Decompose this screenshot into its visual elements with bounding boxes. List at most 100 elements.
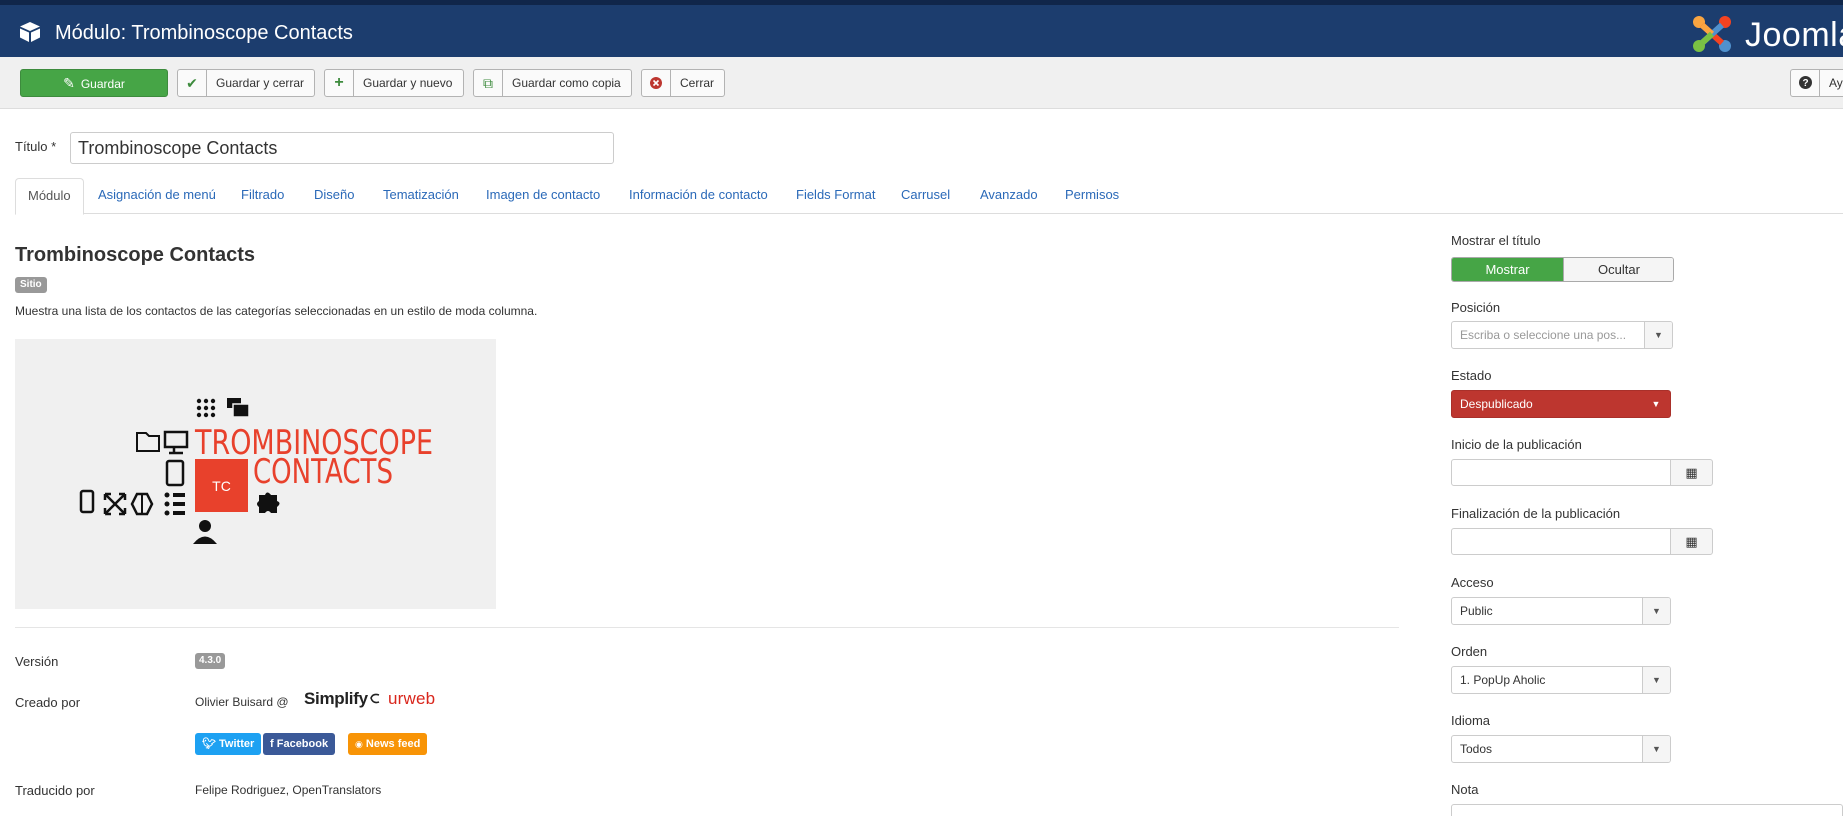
tab-permissions[interactable]: Permisos — [1053, 178, 1131, 214]
toolbar: ✎ Guardar ✔ Guardar y cerrar + Guardar y nu… — [0, 57, 1843, 109]
question-icon: ? — [1791, 70, 1820, 96]
tab-bar: Módulo Asignación de menú Filtrado Diseñ… — [15, 178, 1843, 215]
save-new-button[interactable]: + Guardar y nuevo — [324, 69, 464, 97]
publish-down-input[interactable] — [1451, 528, 1671, 555]
simplify-brand-text: Simplify — [304, 689, 368, 708]
calendar-icon: ▦ — [1685, 534, 1698, 549]
translated-by-label: Traducido por — [15, 783, 95, 798]
access-value: Public — [1460, 604, 1493, 618]
logo-mark-text: TC — [212, 478, 231, 494]
show-option[interactable]: Mostrar — [1452, 258, 1563, 281]
cancel-icon — [642, 70, 671, 96]
twitter-button[interactable]: 🐦︎ Twitter — [195, 733, 262, 755]
copy-icon: ⧉ — [474, 70, 503, 96]
joomla-logo-icon[interactable] — [1690, 13, 1734, 55]
logo-line2-text: CONTACTS — [253, 452, 393, 492]
position-placeholder: Escriba o seleccione una pos... — [1460, 328, 1627, 342]
svg-text:?: ? — [1802, 78, 1808, 89]
save-copy-label: Guardar como copia — [512, 76, 621, 90]
order-select[interactable]: 1. PopUp Aholic ▼ — [1451, 666, 1671, 694]
chevron-down-icon: ▼ — [1642, 736, 1670, 762]
position-select[interactable]: Escriba o seleccione una pos... ▼ — [1451, 321, 1673, 349]
news-feed-button[interactable]: ◉ News feed — [348, 733, 428, 755]
twitter-icon: 🐦︎ — [202, 738, 216, 750]
version-badge: 4.3.0 — [195, 653, 226, 669]
save-close-label: Guardar y cerrar — [216, 76, 305, 90]
divider — [15, 627, 1399, 628]
module-description: Muestra una lista de los contactos de la… — [15, 304, 538, 318]
module-name: Trombinoscope Contacts — [15, 244, 256, 266]
language-label: Idioma — [1451, 713, 1491, 728]
hide-option[interactable]: Ocultar — [1563, 258, 1673, 281]
trombinoscope-logo: TC TROMBINOSCOPE CONTACTS — [79, 398, 433, 544]
calendar-icon: ▦ — [1685, 465, 1698, 480]
status-value: Despublicado — [1460, 397, 1533, 411]
save-copy-button[interactable]: ⧉ Guardar como copia — [473, 69, 632, 97]
brand-swirl-icon — [369, 693, 379, 704]
save-close-button[interactable]: ✔ Guardar y cerrar — [177, 69, 315, 97]
twitter-label: Twitter — [219, 738, 255, 750]
translators-text: Felipe Rodriguez, OpenTranslators — [195, 783, 382, 797]
module-preview-image: TC TROMBINOSCOPE CONTACTS — [15, 339, 496, 609]
site-badge: Sitio — [15, 277, 47, 293]
position-label: Posición — [1451, 300, 1501, 315]
publish-up-input[interactable] — [1451, 459, 1671, 486]
language-value: Todos — [1460, 742, 1493, 756]
tab-module[interactable]: Módulo — [15, 178, 84, 215]
cube-icon — [20, 22, 40, 42]
facebook-icon: f — [270, 738, 274, 750]
tab-contact-info[interactable]: Información de contacto — [617, 178, 780, 214]
chevron-down-icon: ▼ — [1642, 667, 1670, 693]
close-button[interactable]: Cerrar — [641, 69, 725, 97]
save-new-label: Guardar y nuevo — [363, 76, 453, 90]
simplify-brand[interactable]: Simplify — [304, 689, 381, 709]
status-select[interactable]: Despublicado ▼ — [1451, 390, 1671, 418]
facebook-label: Facebook — [276, 738, 329, 750]
tab-theming[interactable]: Tematización — [371, 178, 471, 214]
news-feed-label: News feed — [365, 738, 421, 750]
caret-down-icon: ▼ — [1651, 399, 1661, 409]
save-label: Guardar — [80, 77, 125, 91]
version-label: Versión — [15, 654, 59, 669]
show-title-toggle[interactable]: Mostrar Ocultar — [1451, 257, 1674, 282]
status-label: Estado — [1451, 368, 1492, 383]
facebook-button[interactable]: f Facebook — [263, 733, 336, 755]
title-input[interactable] — [70, 132, 614, 164]
tab-advanced[interactable]: Avanzado — [968, 178, 1050, 214]
help-label: Ayuda — [1829, 76, 1843, 90]
chevron-down-icon: ▼ — [1642, 598, 1670, 624]
language-select[interactable]: Todos ▼ — [1451, 735, 1671, 763]
rss-icon: ◉ — [355, 739, 363, 749]
access-select[interactable]: Public ▼ — [1451, 597, 1671, 625]
tab-contact-image[interactable]: Imagen de contacto — [474, 178, 612, 214]
publish-up-label: Inicio de la publicación — [1451, 437, 1582, 452]
note-input[interactable] — [1451, 804, 1843, 816]
save-button[interactable]: ✎ Guardar — [20, 69, 168, 97]
chevron-down-icon: ▼ — [1644, 322, 1672, 348]
note-label: Nota — [1451, 782, 1479, 797]
order-label: Orden — [1451, 644, 1488, 659]
order-value: 1. PopUp Aholic — [1460, 673, 1546, 687]
created-by-label: Creado por — [15, 695, 81, 710]
page-title: Módulo: Trombinoscope Contacts — [55, 22, 353, 44]
tab-menu-assignment[interactable]: Asignación de menú — [86, 178, 228, 214]
publish-down-label: Finalización de la publicación — [1451, 506, 1621, 521]
tab-layout[interactable]: Diseño — [302, 178, 366, 214]
title-label: Título * — [15, 139, 57, 154]
joomla-logo-text: Joomla — [1745, 16, 1843, 54]
help-button[interactable]: ? Ayuda — [1790, 69, 1843, 97]
edit-icon: ✎ — [63, 75, 75, 91]
publish-down-calendar-button[interactable]: ▦ — [1670, 528, 1713, 555]
show-title-label: Mostrar el título — [1451, 233, 1541, 248]
close-label: Cerrar — [680, 76, 715, 90]
urweb-brand[interactable]: urweb — [388, 689, 435, 709]
check-icon: ✔ — [178, 70, 207, 96]
author-name: Olivier Buisard @ — [195, 695, 289, 709]
access-label: Acceso — [1451, 575, 1494, 590]
top-header: Módulo: Trombinoscope Contacts Joomla — [0, 0, 1843, 57]
tab-carousel[interactable]: Carrusel — [889, 178, 962, 214]
tab-fields-format[interactable]: Fields Format — [784, 178, 887, 214]
plus-icon: + — [325, 70, 354, 96]
publish-up-calendar-button[interactable]: ▦ — [1670, 459, 1713, 486]
tab-filtering[interactable]: Filtrado — [229, 178, 296, 214]
